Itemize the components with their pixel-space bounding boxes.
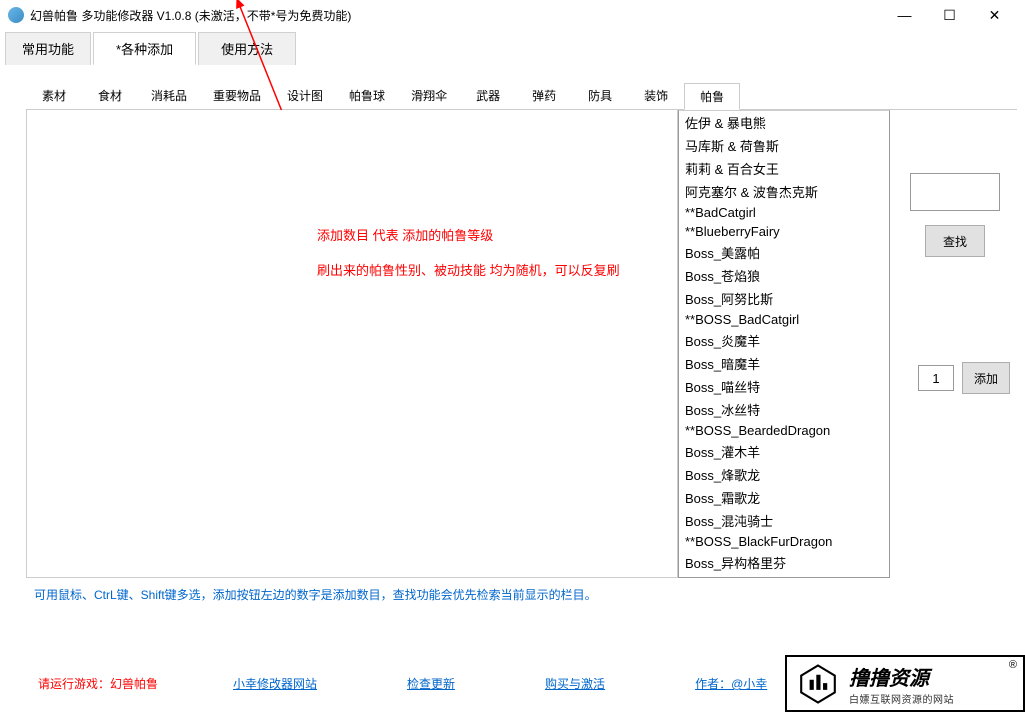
tab-add[interactable]: *各种添加 [93, 32, 196, 65]
hint-text: 可用鼠标、CtrL键、Shift键多选，添加按钮左边的数字是添加数目，查找功能会… [8, 578, 1017, 603]
subtab-empty2[interactable] [794, 82, 848, 109]
window-title: 幻兽帕鲁 多功能修改器 V1.0.8 (未激活，不带*号为免费功能) [30, 7, 351, 24]
window-controls: — ☐ ✕ [882, 0, 1017, 30]
list-item[interactable]: Boss_阿努比斯 [679, 287, 889, 310]
minimize-button[interactable]: — [882, 0, 927, 30]
quantity-input[interactable] [918, 365, 954, 391]
subtab-weapon[interactable]: 武器 [460, 82, 516, 109]
list-item[interactable]: Boss_苍焰狼 [679, 264, 889, 287]
footer-status: 请运行游戏：幻兽帕鲁 [38, 675, 158, 692]
list-item[interactable]: **BlueberryFairy [679, 222, 889, 241]
sub-tabs: 素材 食材 消耗品 重要物品 设计图 帕鲁球 滑翔伞 武器 弹药 防具 装饰 帕… [26, 82, 1017, 110]
watermark-logo-icon [795, 663, 841, 705]
list-item[interactable]: Boss_暗魔羊 [679, 352, 889, 375]
list-item[interactable]: Boss_炎魔羊 [679, 329, 889, 352]
list-item[interactable]: Boss_喵丝特 [679, 375, 889, 398]
subtab-blueprint[interactable]: 设计图 [274, 82, 336, 109]
list-item[interactable]: Boss_灌木羊 [679, 440, 889, 463]
subtab-material[interactable]: 素材 [26, 82, 82, 109]
tab-common[interactable]: 常用功能 [5, 32, 91, 65]
annotation-line2: 刷出来的帕鲁性别、被动技能 均为随机，可以反复刷 [317, 260, 620, 279]
footer-link-update[interactable]: 检查更新 [407, 675, 455, 692]
watermark-subtitle: 白嫖互联网资源的网站 [849, 691, 954, 706]
watermark-registered: ® [1009, 659, 1017, 671]
footer-link-author[interactable]: 作者：@小幸 [695, 675, 767, 692]
list-item[interactable]: Boss_美露帕 [679, 241, 889, 264]
left-panel: 添加数目 代表 添加的帕鲁等级 刷出来的帕鲁性别、被动技能 均为随机，可以反复刷 [26, 110, 678, 578]
subtab-armor[interactable]: 防具 [572, 82, 628, 109]
main-tabs: 常用功能 *各种添加 使用方法 [0, 30, 1025, 66]
subtab-important[interactable]: 重要物品 [200, 82, 274, 109]
list-item[interactable]: Boss_异构格里芬 [679, 551, 889, 574]
maximize-button[interactable]: ☐ [927, 0, 972, 30]
footer-link-site[interactable]: 小幸修改器网站 [233, 675, 317, 692]
list-item[interactable]: **BOSS_BlackFurDragon [679, 532, 889, 551]
subtab-palball[interactable]: 帕鲁球 [336, 82, 398, 109]
pal-list[interactable]: 佐伊 & 暴电熊马库斯 & 荷鲁斯莉莉 & 百合女王阿克塞尔 & 波鲁杰克斯**… [678, 110, 890, 578]
list-item[interactable]: Boss_混沌骑士 [679, 509, 889, 532]
list-item[interactable]: **BadCatgirl [679, 203, 889, 222]
add-button[interactable]: 添加 [962, 362, 1010, 394]
close-button[interactable]: ✕ [972, 0, 1017, 30]
subtab-empty1[interactable] [740, 82, 794, 109]
search-input[interactable] [910, 173, 1000, 211]
subtab-pal[interactable]: 帕鲁 [684, 83, 740, 110]
subtab-food[interactable]: 食材 [82, 82, 138, 109]
app-icon [8, 7, 24, 23]
subtab-glider[interactable]: 滑翔伞 [398, 82, 460, 109]
list-item[interactable]: Boss_霜歌龙 [679, 486, 889, 509]
list-item[interactable]: **BOSS_BeardedDragon [679, 421, 889, 440]
list-item[interactable]: Boss_烽歌龙 [679, 463, 889, 486]
list-item[interactable]: **BOSS_BadCatgirl [679, 310, 889, 329]
list-item[interactable]: 佐伊 & 暴电熊 [679, 111, 889, 134]
list-item[interactable]: 莉莉 & 百合女王 [679, 157, 889, 180]
list-item[interactable]: Boss_魔渊龙 [679, 574, 889, 578]
list-item[interactable]: 阿克塞尔 & 波鲁杰克斯 [679, 180, 889, 203]
subtab-decoration[interactable]: 装饰 [628, 82, 684, 109]
subtab-consumable[interactable]: 消耗品 [138, 82, 200, 109]
watermark: 撸撸资源 白嫖互联网资源的网站 ® [785, 655, 1025, 712]
search-button[interactable]: 查找 [925, 225, 985, 257]
content-area: 素材 食材 消耗品 重要物品 设计图 帕鲁球 滑翔伞 武器 弹药 防具 装饰 帕… [0, 66, 1025, 611]
add-panel: 添加 [918, 362, 1010, 394]
tab-usage[interactable]: 使用方法 [198, 32, 296, 65]
search-panel: 查找 [910, 173, 1010, 257]
watermark-title: 撸撸资源 [849, 662, 954, 691]
list-item[interactable]: Boss_冰丝特 [679, 398, 889, 421]
annotation-line1: 添加数目 代表 添加的帕鲁等级 [317, 225, 493, 244]
footer-link-buy[interactable]: 购买与激活 [545, 675, 605, 692]
list-item[interactable]: 马库斯 & 荷鲁斯 [679, 134, 889, 157]
titlebar: 幻兽帕鲁 多功能修改器 V1.0.8 (未激活，不带*号为免费功能) — ☐ ✕ [0, 0, 1025, 30]
subtab-ammo[interactable]: 弹药 [516, 82, 572, 109]
